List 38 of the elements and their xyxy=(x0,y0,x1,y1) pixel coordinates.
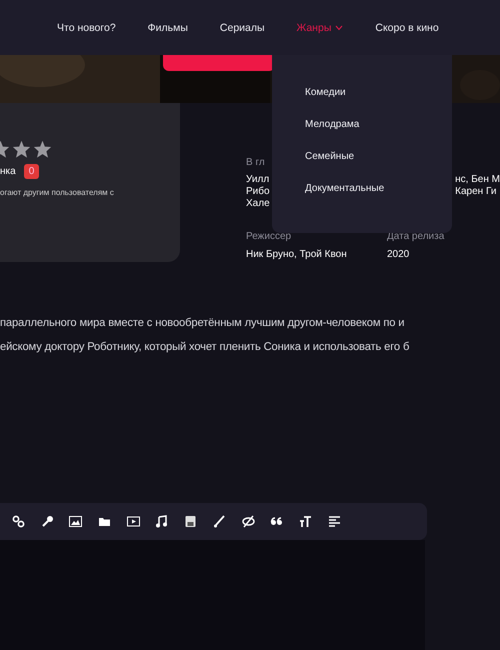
cast-names: Хале xyxy=(246,198,270,210)
brush-icon[interactable] xyxy=(212,515,226,528)
genre-menu-item[interactable]: Мелодрама xyxy=(305,119,452,130)
cast-names: Карен Ги xyxy=(455,186,498,198)
rating-label: нка xyxy=(0,166,16,177)
nav-link[interactable]: Жанры xyxy=(296,22,344,34)
cast-names: Рибо xyxy=(246,186,270,198)
rating-note: огают другим пользователям с xyxy=(0,188,115,197)
key-icon[interactable] xyxy=(40,515,54,528)
genre-menu-item[interactable]: Документальные xyxy=(305,183,452,194)
nav-link[interactable]: Фильмы xyxy=(148,22,188,34)
genre-menu-item[interactable]: Комедии xyxy=(305,87,452,98)
nav-link[interactable]: Сериалы xyxy=(220,22,265,34)
star-icon[interactable] xyxy=(12,140,31,158)
description-line: параллельного мира вместе с новообретённым лучшим другом-человеком по и xyxy=(0,317,406,329)
genre-menu-item[interactable]: Семейные xyxy=(305,151,452,162)
rating-count: 0 xyxy=(24,164,40,179)
music-note-icon[interactable] xyxy=(155,515,168,528)
director-label: Режиссер xyxy=(246,231,292,242)
star-icon[interactable] xyxy=(33,140,52,158)
nav-link[interactable]: Скоро в кино xyxy=(375,22,439,34)
buy-button[interactable] xyxy=(163,55,275,71)
release-value: 2020 xyxy=(387,249,410,260)
cast-names: Уилл xyxy=(246,174,270,186)
eye-off-icon[interactable] xyxy=(242,515,254,528)
text-size-icon[interactable] xyxy=(298,515,312,528)
quote-icon[interactable] xyxy=(270,515,284,528)
folder-icon[interactable] xyxy=(98,515,112,528)
link-icon[interactable] xyxy=(12,515,25,528)
chevron-down-icon xyxy=(335,24,344,30)
description-line: ейскому доктору Роботнику, который хочет пленить Соника и использовать его б xyxy=(0,341,410,353)
nav-link[interactable]: Что нового? xyxy=(57,22,116,34)
cast-label: В гл xyxy=(246,157,265,168)
director-value: Ник Бруно, Трой Квон xyxy=(246,249,347,260)
image-icon[interactable] xyxy=(69,515,82,528)
cast-names: нс, Бен М xyxy=(455,174,500,186)
film-icon[interactable] xyxy=(126,515,140,528)
align-left-icon[interactable] xyxy=(328,515,341,528)
